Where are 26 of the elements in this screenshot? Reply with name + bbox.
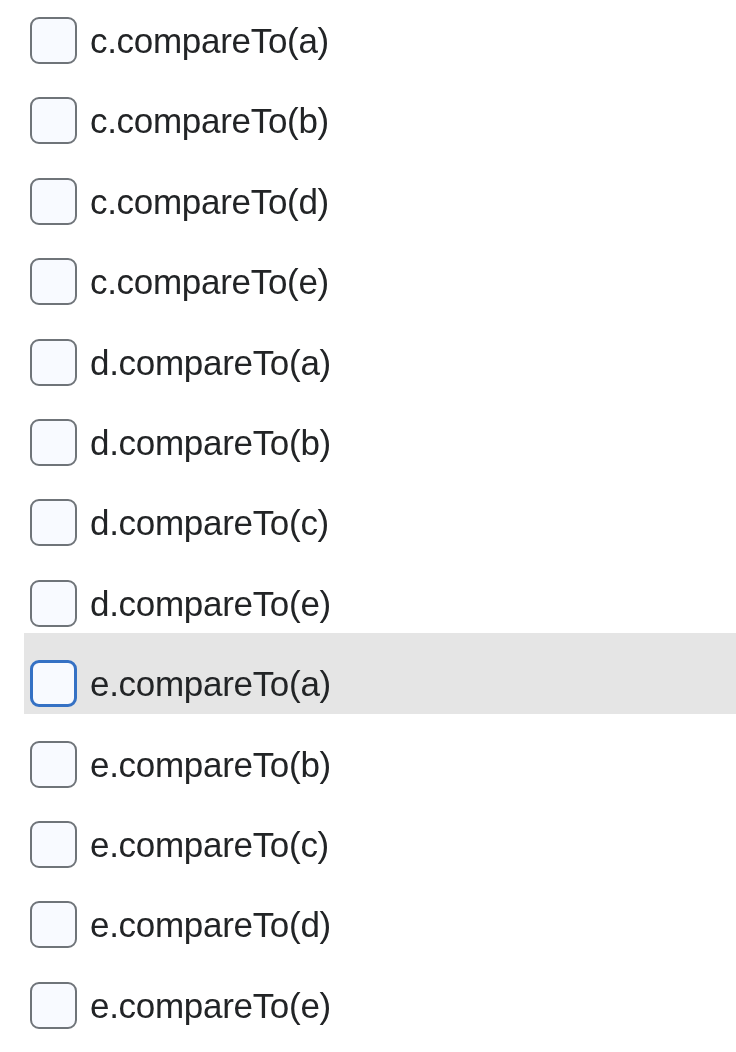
option-label[interactable]: c.compareTo(a) (90, 17, 329, 64)
checkbox[interactable] (30, 579, 77, 627)
checkbox[interactable] (30, 740, 77, 788)
option-label[interactable]: c.compareTo(d) (90, 177, 329, 225)
checkbox[interactable] (30, 97, 77, 145)
option-label[interactable]: e.compareTo(a) (90, 660, 331, 708)
checkbox[interactable] (30, 17, 77, 64)
checkbox[interactable] (30, 660, 77, 708)
checkbox[interactable] (30, 499, 77, 547)
option-label[interactable]: e.compareTo(d) (90, 901, 331, 949)
option-label[interactable]: e.compareTo(e) (90, 981, 331, 1029)
option-label[interactable]: e.compareTo(b) (90, 740, 331, 788)
checkbox[interactable] (30, 418, 77, 466)
checkbox[interactable] (30, 901, 77, 949)
checkbox[interactable] (30, 258, 77, 306)
option-label[interactable]: d.compareTo(a) (90, 338, 331, 386)
option-label[interactable]: e.compareTo(c) (90, 820, 329, 868)
option-label[interactable]: d.compareTo(b) (90, 418, 331, 466)
checkbox[interactable] (30, 177, 77, 225)
option-label[interactable]: d.compareTo(e) (90, 579, 331, 627)
option-label[interactable]: c.compareTo(b) (90, 97, 329, 145)
checkbox[interactable] (30, 981, 77, 1029)
checkbox[interactable] (30, 820, 77, 868)
option-label[interactable]: d.compareTo(c) (90, 499, 329, 547)
checkbox[interactable] (30, 338, 77, 386)
option-label[interactable]: c.compareTo(e) (90, 258, 329, 306)
